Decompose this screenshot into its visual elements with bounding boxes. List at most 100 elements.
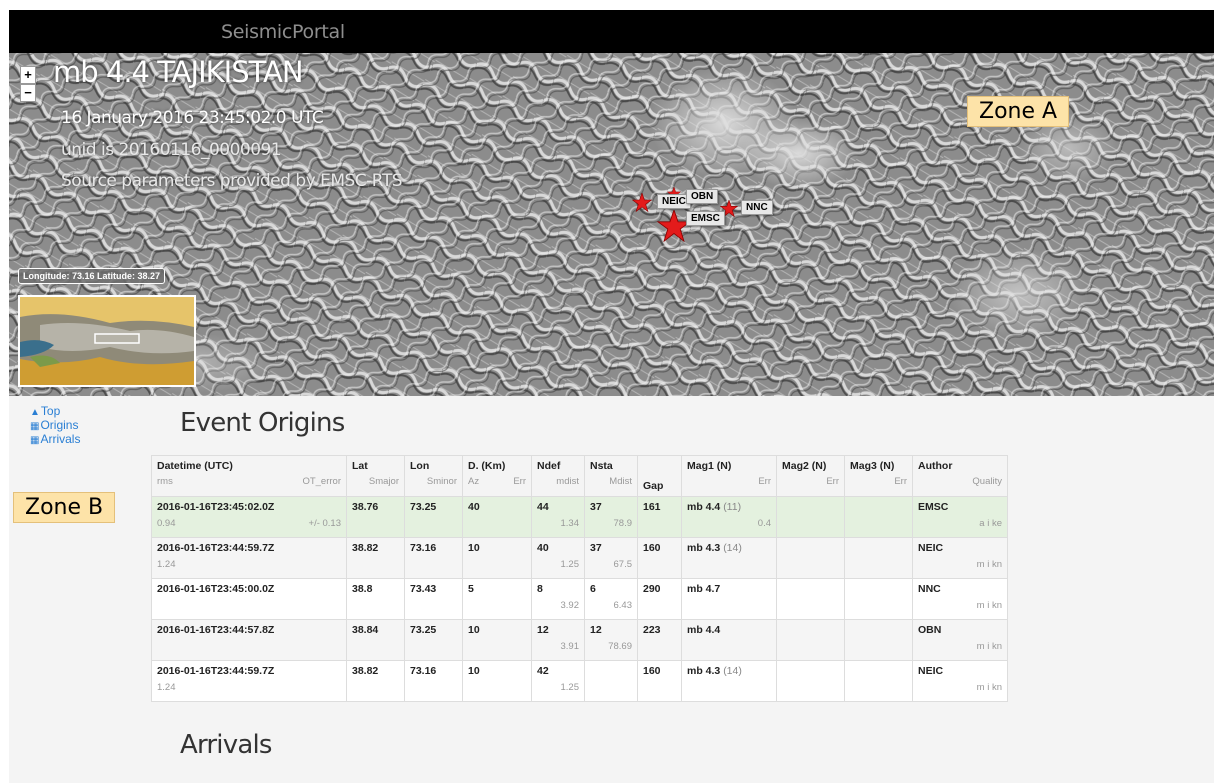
lon-value: 73.43: [410, 583, 437, 595]
cell-lat: 38.76: [346, 496, 405, 538]
header-datetime[interactable]: Datetime (UTC) rms OT_error: [151, 455, 347, 497]
table-row[interactable]: 2016-01-16T23:44:59.7Z 1.24 38.82 73.16 10 40…: [151, 537, 1008, 579]
depth-value: 10: [468, 624, 480, 636]
header-mdist: mdist: [556, 476, 579, 487]
cell-ndef: 8 3.92: [531, 578, 585, 620]
nav-link-top[interactable]: ▲Top: [30, 405, 80, 419]
author-value[interactable]: EMSC: [918, 501, 1002, 513]
zone-a-label: Zone A: [967, 96, 1070, 127]
cell-author: NEIC m i kn: [912, 660, 1008, 702]
mag1-count: (14): [723, 542, 742, 554]
mag1-value: mb 4.3: [687, 542, 721, 554]
table-row[interactable]: 2016-01-16T23:45:00.0Z 38.8 73.43 5 8 3.92 6 6.…: [151, 578, 1008, 620]
header-lat-label: Lat: [352, 460, 368, 472]
lon-value: 73.25: [410, 501, 437, 513]
header-lat[interactable]: Lat Smajor: [346, 455, 405, 497]
cell-depth: 10: [462, 660, 532, 702]
nsta-value: 37: [590, 501, 602, 513]
cell-author: EMSC a i ke: [912, 496, 1008, 538]
zoom-out-button[interactable]: −: [20, 84, 36, 102]
event-map[interactable]: + − mb 4.4 TAJIKISTAN 16 January 2016 23…: [9, 53, 1214, 396]
quality-value: m i kn: [976, 559, 1002, 570]
table-row[interactable]: 2016-01-16T23:44:57.8Z 38.84 73.25 10 12 3.91…: [151, 619, 1008, 661]
lat-value: 38.84: [352, 624, 379, 636]
marker-label-nnc[interactable]: NNC: [741, 200, 773, 215]
mag1-value: mb 4.3: [687, 665, 721, 677]
header-mag3-label: Mag3 (N): [850, 460, 895, 472]
cell-nsta: [584, 660, 638, 702]
header-mag1-err: Err: [758, 476, 771, 487]
gap-value: 223: [643, 624, 661, 636]
depth-value: 5: [468, 583, 474, 595]
table-row[interactable]: 2016-01-16T23:44:59.7Z 1.24 38.82 73.16 10 42…: [151, 660, 1008, 702]
cell-mag3: [844, 496, 913, 538]
cell-datetime: 2016-01-16T23:44:57.8Z: [151, 619, 347, 661]
header-nsta[interactable]: Nsta Mdist: [584, 455, 638, 497]
header-Mdist: Mdist: [609, 476, 632, 487]
nav-link-arrivals-label: Arrivals: [40, 432, 81, 446]
event-source: Source parameters provided by EMSC-RTS: [61, 171, 403, 191]
marker-label-obn[interactable]: OBN: [686, 189, 719, 204]
header-gap-label: Gap: [643, 480, 664, 492]
header-mag1[interactable]: Mag1 (N) Err: [681, 455, 777, 497]
cell-datetime: 2016-01-16T23:44:59.7Z 1.24: [151, 660, 347, 702]
table-row[interactable]: 2016-01-16T23:45:02.0Z 0.94 +/- 0.13 38.76 7…: [151, 496, 1008, 538]
cell-datetime: 2016-01-16T23:45:02.0Z 0.94 +/- 0.13: [151, 496, 347, 538]
cell-depth: 5: [462, 578, 532, 620]
header-ndef[interactable]: Ndef mdist: [531, 455, 585, 497]
header-nsta-label: Nsta: [590, 460, 613, 472]
mag1-value: mb 4.7: [687, 583, 721, 595]
cell-mag2: [776, 578, 845, 620]
author-value[interactable]: NEIC: [918, 542, 1002, 554]
depth-value: 10: [468, 665, 480, 677]
cell-mag3: [844, 578, 913, 620]
table-header-row: Datetime (UTC) rms OT_error Lat Smajor Lo…: [151, 455, 1008, 497]
header-lon-label: Lon: [410, 460, 430, 472]
header-author[interactable]: Author Quality: [912, 455, 1008, 497]
depth-value: 10: [468, 542, 480, 554]
cell-mag3: [844, 660, 913, 702]
lat-value: 38.8: [352, 583, 373, 595]
author-value[interactable]: NEIC: [918, 665, 1002, 677]
marker-label-emsc[interactable]: EMSC: [686, 211, 725, 226]
header-mag3[interactable]: Mag3 (N) Err: [844, 455, 913, 497]
brand-logo[interactable]: SeismicPortal: [221, 21, 345, 43]
nav-link-top-label: Top: [40, 404, 61, 418]
cell-mag1: mb 4.4 (11) 0.4: [681, 496, 777, 538]
cell-author: OBN m i kn: [912, 619, 1008, 661]
zoom-in-button[interactable]: +: [20, 66, 36, 84]
mag1-err-value: 0.4: [757, 518, 771, 529]
header-datetime-label: Datetime (UTC): [157, 460, 233, 472]
header-mag2[interactable]: Mag2 (N) Err: [776, 455, 845, 497]
nsta-value: 6: [590, 583, 596, 595]
cell-ndef: 40 1.25: [531, 537, 585, 579]
header-depth[interactable]: D. (Km) Az Err: [462, 455, 532, 497]
cell-mag1: mb 4.3 (14): [681, 537, 777, 579]
grid-icon: ▦: [30, 421, 40, 432]
header-rms: rms: [157, 476, 173, 487]
cell-lon: 73.16: [404, 537, 463, 579]
coordinate-readout: Longitude: 73.16 Latitude: 38.27: [18, 268, 166, 284]
lat-value: 38.82: [352, 542, 379, 554]
author-value[interactable]: OBN: [918, 624, 1002, 636]
nav-link-arrivals[interactable]: ▦Arrivals: [30, 433, 80, 447]
overview-minimap[interactable]: [18, 295, 196, 387]
cell-datetime: 2016-01-16T23:45:00.0Z: [151, 578, 347, 620]
nav-link-origins[interactable]: ▦Origins: [30, 419, 80, 433]
header-az: Az: [468, 476, 480, 487]
rms-value: 0.94: [157, 518, 176, 529]
page-frame: SeismicPortal + − mb 4.4 TAJIKISTAN 16 J…: [9, 10, 1214, 783]
ndef-value: 8: [537, 583, 543, 595]
cell-gap: 290: [637, 578, 682, 620]
cell-lon: 73.43: [404, 578, 463, 620]
author-value[interactable]: NNC: [918, 583, 1002, 595]
nsta-value: 12: [590, 624, 602, 636]
mdist-value: 1.34: [560, 518, 580, 529]
header-gap[interactable]: Gap: [637, 455, 682, 497]
neic-marker-icon[interactable]: [632, 193, 652, 213]
cell-depth: 40: [462, 496, 532, 538]
event-origins-table: Datetime (UTC) rms OT_error Lat Smajor Lo…: [151, 455, 1008, 702]
cell-gap: 160: [637, 660, 682, 702]
header-lon[interactable]: Lon Sminor: [404, 455, 463, 497]
cell-mag2: [776, 619, 845, 661]
